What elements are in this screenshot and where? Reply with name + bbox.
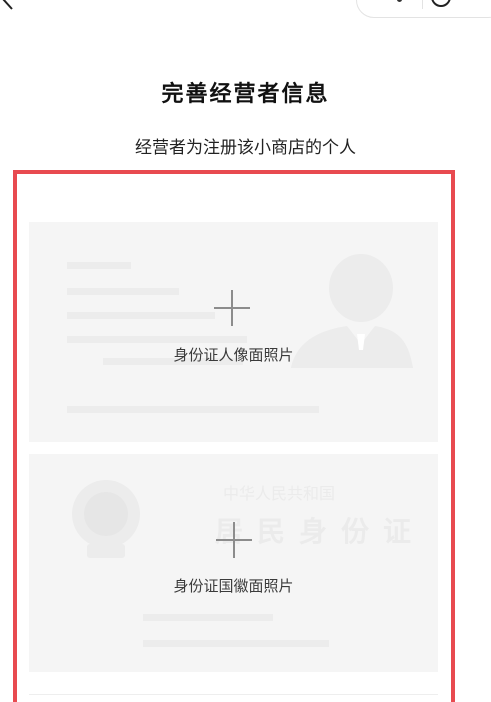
divider xyxy=(29,694,438,695)
placeholder-line xyxy=(67,406,319,413)
placeholder-line xyxy=(67,312,215,319)
page-subtitle: 经营者为注册该小商店的个人 xyxy=(135,138,356,158)
plus-icon xyxy=(216,522,252,558)
capsule-divider xyxy=(422,0,423,9)
more-dots-icon[interactable] xyxy=(397,0,402,2)
national-emblem-icon xyxy=(72,480,140,558)
placeholder-line xyxy=(143,640,329,647)
placeholder-line xyxy=(67,336,247,343)
chevron-left-icon[interactable] xyxy=(0,0,22,12)
id-card-back-label: 身份证国徽面照片 xyxy=(173,577,294,595)
watermark-title: 中华人民共和国 xyxy=(223,484,336,503)
placeholder-line xyxy=(143,614,273,621)
placeholder-line xyxy=(67,262,131,269)
id-card-back-upload[interactable]: 中华人民共和国 居民身份证 身份证国徽面照片 xyxy=(29,454,438,672)
page: 完善经营者信息 经营者为注册该小商店的个人 身份证人像面照片 中华人民共和国 居… xyxy=(0,0,491,702)
id-card-front-upload[interactable]: 身份证人像面照片 xyxy=(29,222,438,442)
id-card-front-label: 身份证人像面照片 xyxy=(173,346,294,364)
mini-program-capsule xyxy=(356,0,491,18)
plus-icon xyxy=(214,290,250,326)
circle-icon[interactable] xyxy=(429,0,453,9)
placeholder-line xyxy=(67,288,179,295)
page-title: 完善经营者信息 xyxy=(161,82,330,107)
